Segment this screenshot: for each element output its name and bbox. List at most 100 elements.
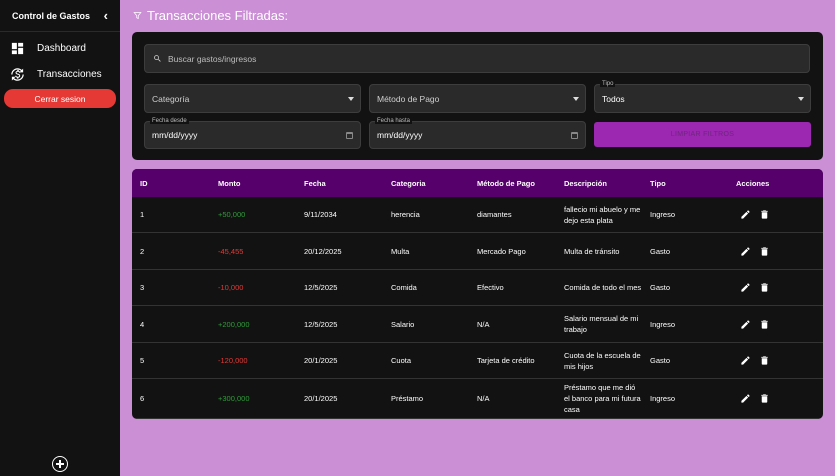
- cell-date: 20/12/2025: [304, 246, 342, 256]
- calendar-icon[interactable]: [346, 131, 353, 139]
- cell-id: 2: [140, 246, 145, 256]
- cell-actions: [736, 246, 823, 257]
- table-row: 5 -120,000 20/1/2025 Cuota Tarjeta de crédit…: [132, 343, 823, 379]
- filter-panel: Categoría Método de Pago Tipo Todos Fech…: [132, 32, 823, 160]
- dashboard-icon: [11, 42, 24, 54]
- edit-icon[interactable]: [740, 282, 751, 293]
- cell-description: Préstamo que me dió el banco para mi fut…: [564, 383, 641, 414]
- date-to-field[interactable]: Fecha hasta mm/dd/yyyy: [369, 118, 586, 149]
- header-category: Categoria: [391, 178, 426, 188]
- table-row: 1 +50,000 9/11/2034 herencia diamantes fallec…: [132, 197, 823, 233]
- cell-id: 1: [140, 210, 145, 219]
- cell-type: Ingreso: [650, 394, 676, 403]
- cell-amount: +50,000: [218, 210, 246, 219]
- delete-icon[interactable]: [759, 319, 770, 330]
- cell-type: Ingreso: [650, 319, 676, 329]
- search-input[interactable]: [168, 53, 768, 64]
- cell-method: diamantes: [477, 210, 512, 219]
- cell-date: 12/5/2025: [304, 319, 338, 329]
- cell-actions: [736, 393, 823, 404]
- cell-actions: [736, 355, 823, 366]
- category-select[interactable]: Categoría: [144, 84, 361, 113]
- edit-icon[interactable]: [740, 246, 751, 257]
- collapse-chevron-icon[interactable]: ‹: [104, 8, 108, 23]
- table-row: 3 -10,000 12/5/2025 Comida Efectivo Comida de…: [132, 270, 823, 306]
- date-from-value: mm/dd/yyyy: [152, 130, 198, 140]
- sidebar: Control de Gastos ‹ Dashboard Transaccio…: [0, 0, 120, 476]
- cell-description: fallecio mi abuelo y me dejo esta plata: [564, 204, 641, 225]
- delete-icon[interactable]: [759, 209, 770, 220]
- cell-description: Salario mensual de mi trabajo: [564, 314, 639, 334]
- table-row: 4 +200,000 12/5/2025 Salario N/A Salario mens…: [132, 306, 823, 343]
- delete-icon[interactable]: [759, 355, 770, 366]
- dropdown-arrow-icon: [573, 96, 579, 101]
- cell-amount: -120,000: [218, 356, 248, 365]
- cell-method: Tarjeta de crédito: [477, 356, 535, 365]
- header-actions: Acciones: [736, 178, 770, 188]
- cell-method: N/A: [477, 394, 490, 403]
- dropdown-arrow-icon: [798, 96, 804, 101]
- cell-id: 5: [140, 356, 145, 365]
- cell-actions: [736, 319, 823, 330]
- table-body: 1 +50,000 9/11/2034 herencia diamantes fallec…: [132, 197, 823, 419]
- dropdown-arrow-icon: [348, 96, 354, 101]
- delete-icon[interactable]: [759, 393, 770, 404]
- type-select[interactable]: Tipo Todos: [594, 81, 811, 113]
- cell-category: Multa: [391, 246, 410, 256]
- cell-date: 12/5/2025: [304, 283, 338, 292]
- cell-type: Gasto: [650, 356, 671, 365]
- transactions-table: ID Monto Fecha Categoria Método de Pago …: [132, 169, 823, 419]
- add-circle-icon[interactable]: [52, 456, 68, 472]
- cell-description: Cuota de la escuela de mis hijos: [564, 350, 641, 371]
- currency-exchange-icon: [11, 67, 24, 81]
- sidebar-header: Control de Gastos ‹: [0, 0, 120, 32]
- logout-button[interactable]: Cerrar sesion: [4, 89, 116, 108]
- clear-filters-button[interactable]: LIMPIAR FILTROS: [594, 122, 811, 147]
- cell-id: 6: [140, 394, 145, 403]
- cell-method: Efectivo: [477, 283, 504, 292]
- sidebar-item-dashboard[interactable]: Dashboard: [0, 35, 120, 61]
- cell-id: 4: [140, 319, 145, 329]
- header-description: Descripción: [564, 178, 607, 188]
- calendar-icon[interactable]: [571, 131, 578, 139]
- header-method: Método de Pago: [477, 178, 535, 188]
- search-icon: [154, 55, 161, 62]
- cell-type: Ingreso: [650, 210, 676, 219]
- search-field[interactable]: [144, 44, 810, 73]
- cell-date: 9/11/2034: [304, 210, 337, 219]
- cell-date: 20/1/2025: [304, 394, 338, 403]
- delete-icon[interactable]: [759, 246, 770, 257]
- cell-amount: -45,455: [218, 246, 244, 256]
- cell-description: Multa de tránsito: [564, 246, 620, 256]
- table-row: 6 +300,000 20/1/2025 Préstamo N/A Préstamo qu…: [132, 379, 823, 419]
- edit-icon[interactable]: [740, 393, 751, 404]
- cell-id: 3: [140, 283, 145, 292]
- sidebar-item-transacciones[interactable]: Transacciones: [0, 61, 120, 87]
- table-row: 2 -45,455 20/12/2025 Multa Mercado Pago Multa…: [132, 233, 823, 270]
- page-heading: Transacciones Filtradas:: [133, 8, 288, 23]
- payment-method-placeholder: Método de Pago: [377, 93, 440, 104]
- date-to-value: mm/dd/yyyy: [377, 130, 423, 140]
- cell-category: Salario: [391, 319, 415, 329]
- edit-icon[interactable]: [740, 209, 751, 220]
- date-from-label: Fecha desde: [150, 118, 189, 124]
- header-id: ID: [140, 178, 148, 188]
- edit-icon[interactable]: [740, 355, 751, 366]
- cell-category: Préstamo: [391, 394, 424, 403]
- date-from-field[interactable]: Fecha desde mm/dd/yyyy: [144, 118, 361, 149]
- type-value: Todos: [602, 93, 625, 104]
- delete-icon[interactable]: [759, 282, 770, 293]
- date-to-label: Fecha hasta: [375, 118, 413, 124]
- type-label: Tipo: [600, 81, 616, 87]
- cell-category: Cuota: [391, 356, 412, 365]
- header-date: Fecha: [304, 178, 326, 188]
- cell-amount: -10,000: [218, 283, 244, 292]
- edit-icon[interactable]: [740, 319, 751, 330]
- cell-date: 20/1/2025: [304, 356, 338, 365]
- payment-method-select[interactable]: Método de Pago: [369, 84, 586, 113]
- sidebar-item-label: Transacciones: [37, 68, 102, 80]
- cell-type: Gasto: [650, 246, 671, 256]
- category-placeholder: Categoría: [152, 93, 190, 104]
- app-title: Control de Gastos: [12, 10, 91, 21]
- cell-category: Comida: [391, 283, 417, 292]
